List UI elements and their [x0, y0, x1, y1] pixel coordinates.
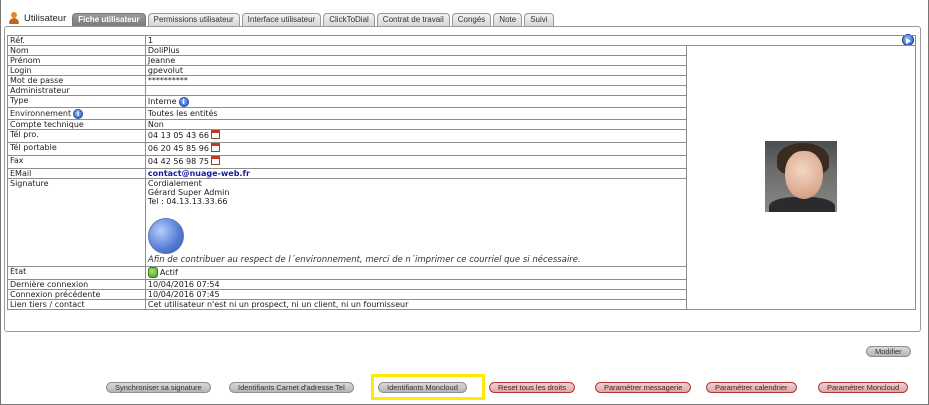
field-value: gpevolut	[144, 65, 688, 76]
tab-contrat[interactable]: Contrat de travail	[376, 13, 450, 26]
field-value: Toutes les entités	[144, 107, 688, 120]
calendar-icon[interactable]	[210, 156, 220, 165]
page-title-text: Utilisateur	[24, 12, 67, 24]
field-label: Environnement i	[7, 107, 146, 120]
field-label: Lien tiers / contact	[7, 299, 146, 310]
field-label: Mot de passe	[7, 75, 146, 86]
signature-line: Cordialement	[147, 179, 202, 188]
tab-bar: Utilisateur Fiche utilisateur Permission…	[4, 9, 556, 26]
param-moncloud-button[interactable]: Paramétrer Moncloud	[818, 382, 909, 393]
tab-suivi[interactable]: Suivi	[524, 13, 554, 26]
avatar	[765, 141, 838, 212]
field-label: Réf.	[7, 35, 146, 46]
field-label: Dernière connexion	[7, 279, 146, 290]
field-label: Administrateur	[7, 85, 146, 96]
field-value: 10/04/2016 07:54	[144, 279, 688, 290]
field-label: Signature	[7, 178, 146, 267]
carnet-credentials-button[interactable]: Identifiants Carnet d'adresse Tel	[229, 382, 354, 393]
reset-rights-button[interactable]: Reset tous les droits	[489, 382, 575, 393]
modify-button[interactable]: Modifier	[866, 346, 911, 357]
param-mail-button[interactable]: Paramétrer messagerie	[595, 382, 692, 393]
tab-clicktodial[interactable]: ClickToDial	[323, 13, 375, 26]
signature-value: Cordialement Gérard Super Admin Tel : 04…	[144, 178, 688, 267]
field-value: Cet utilisateur n'est ni un prospect, ni…	[144, 299, 688, 310]
fax-value: 04 42 56 98 75	[147, 157, 209, 166]
field-value: Interne i	[144, 95, 688, 108]
param-calendar-button[interactable]: Paramétrer calendrier	[706, 382, 797, 393]
table-row: Nom DoliPlus	[7, 45, 916, 310]
field-label: EMail	[7, 168, 146, 179]
tab-conges[interactable]: Congés	[451, 13, 492, 26]
type-value: Interne	[147, 97, 177, 106]
status-value: Actif	[159, 268, 178, 277]
info-icon[interactable]: i	[178, 96, 189, 107]
environment-label: Environnement	[10, 109, 72, 118]
field-value: Jeanne	[144, 55, 688, 66]
signature-line: Gérard Super Admin	[147, 188, 230, 197]
user-info-table: Réf. 1 Nom DoliPlus Prénom Jeanne Login …	[7, 35, 917, 310]
field-value	[144, 85, 688, 96]
table-row: Réf. 1	[7, 35, 917, 46]
field-value: DoliPlus	[144, 45, 688, 56]
field-value: 10/04/2016 07:45	[144, 289, 688, 300]
signature-note: Afin de contribuer au respect de l´envir…	[147, 255, 581, 265]
calendar-icon[interactable]	[210, 143, 220, 152]
signature-line: Tel : 04.13.13.33.66	[147, 197, 228, 206]
field-value: Actif	[144, 266, 688, 280]
field-value: 04 13 05 43 66	[144, 129, 688, 143]
field-label: Tél portable	[7, 142, 146, 156]
globe-logo	[147, 218, 184, 254]
tab-interface[interactable]: Interface utilisateur	[241, 13, 322, 26]
photo-cell	[686, 45, 916, 310]
field-label: Type	[7, 95, 146, 108]
field-label: Login	[7, 65, 146, 76]
field-label: Fax	[7, 155, 146, 169]
tel-pro-value[interactable]: 04 13 05 43 66	[148, 131, 209, 140]
tab-note[interactable]: Note	[493, 13, 523, 26]
moncloud-credentials-button[interactable]: Identifiants Moncloud	[378, 382, 467, 393]
sync-signature-button[interactable]: Synchroniser sa signature	[106, 382, 211, 393]
field-label: Prénom	[7, 55, 146, 66]
field-label: Connexion précédente	[7, 289, 146, 300]
field-label: État	[7, 266, 146, 280]
info-icon[interactable]: i	[73, 108, 84, 119]
tab-permissions[interactable]: Permissions utilisateur	[147, 13, 240, 26]
email-link[interactable]: contact@nuage-web.fr	[148, 169, 250, 178]
calendar-icon[interactable]	[210, 130, 220, 139]
page-title: Utilisateur	[4, 10, 72, 26]
field-value: contact@nuage-web.fr	[144, 168, 688, 179]
tel-portable-value[interactable]: 06 20 45 85 96	[148, 144, 209, 153]
field-label: Tél pro.	[7, 129, 146, 143]
field-value: **********	[144, 75, 688, 86]
field-value: 1	[144, 35, 917, 46]
field-value: 04 42 56 98 75	[144, 155, 688, 169]
field-label: Nom	[7, 45, 146, 56]
field-value: 06 20 45 85 96	[144, 142, 688, 156]
field-label: Compte technique	[7, 119, 146, 130]
status-active-icon	[147, 267, 158, 278]
user-icon	[8, 12, 20, 24]
tab-fiche-utilisateur[interactable]: Fiche utilisateur	[72, 13, 146, 26]
field-value: Non	[144, 119, 688, 130]
